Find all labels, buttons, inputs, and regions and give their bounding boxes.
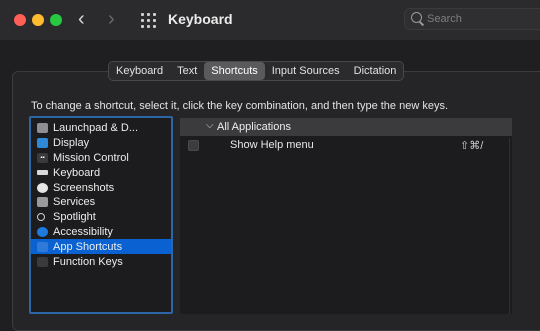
column-divider bbox=[509, 138, 510, 314]
category-item-function-keys[interactable]: Function Keys bbox=[31, 254, 171, 269]
shortcuts-table: ⌵ All Applications Show Help menu ⇧⌘/ bbox=[180, 118, 512, 314]
category-label: Services bbox=[53, 196, 96, 209]
zoom-window-button[interactable] bbox=[50, 14, 62, 26]
forward-button[interactable]: › bbox=[108, 8, 115, 30]
screenshots-icon bbox=[37, 182, 48, 193]
category-label: Function Keys bbox=[53, 255, 123, 268]
minimize-window-button[interactable] bbox=[32, 14, 44, 26]
tab-dictation[interactable]: Dictation bbox=[347, 62, 404, 80]
tab-shortcuts[interactable]: Shortcuts bbox=[204, 62, 265, 80]
group-label: All Applications bbox=[217, 121, 291, 133]
shortcut-category-list[interactable]: Launchpad & D... Display Mission Control… bbox=[29, 116, 173, 314]
category-label: Mission Control bbox=[53, 151, 129, 164]
category-label: Launchpad & D... bbox=[53, 122, 139, 135]
mission-control-icon bbox=[37, 152, 48, 163]
category-item-keyboard[interactable]: Keyboard bbox=[31, 165, 171, 180]
app-shortcuts-icon bbox=[37, 241, 48, 252]
category-label: App Shortcuts bbox=[53, 240, 123, 253]
keyboard-icon bbox=[37, 170, 48, 176]
window-title: Keyboard bbox=[168, 11, 233, 27]
table-row[interactable]: Show Help menu ⇧⌘/ bbox=[180, 138, 512, 154]
close-window-button[interactable] bbox=[14, 14, 26, 26]
services-icon bbox=[37, 197, 48, 208]
window-toolbar: ‹ › Keyboard Search bbox=[0, 0, 540, 40]
category-label: Screenshots bbox=[53, 181, 115, 194]
category-item-services[interactable]: Services bbox=[31, 195, 171, 210]
tab-text[interactable]: Text bbox=[170, 62, 204, 80]
category-item-screenshots[interactable]: Screenshots bbox=[31, 180, 171, 195]
spotlight-icon bbox=[37, 213, 45, 222]
tab-keyboard[interactable]: Keyboard bbox=[109, 62, 170, 80]
chevron-down-icon[interactable]: ⌵ bbox=[206, 120, 214, 131]
category-item-spotlight[interactable]: Spotlight bbox=[31, 210, 171, 225]
accessibility-icon bbox=[37, 226, 48, 237]
shortcut-enable-checkbox[interactable] bbox=[188, 140, 199, 151]
category-label: Display bbox=[53, 137, 90, 150]
category-item-display[interactable]: Display bbox=[31, 136, 171, 151]
search-icon bbox=[411, 12, 422, 23]
show-all-grid-icon[interactable] bbox=[141, 13, 156, 28]
instructions-text: To change a shortcut, select it, click t… bbox=[31, 100, 449, 112]
search-placeholder: Search bbox=[427, 13, 462, 25]
category-label: Spotlight bbox=[53, 211, 96, 224]
group-row-all-applications[interactable]: ⌵ All Applications bbox=[180, 118, 512, 136]
category-item-app-shortcuts[interactable]: App Shortcuts bbox=[31, 239, 171, 255]
function-keys-icon bbox=[37, 256, 48, 267]
shortcut-keys[interactable]: ⇧⌘/ bbox=[460, 139, 483, 152]
back-button[interactable]: ‹ bbox=[78, 8, 85, 30]
launchpad-icon bbox=[37, 123, 48, 134]
shortcut-name: Show Help menu bbox=[230, 139, 314, 151]
tab-input-sources[interactable]: Input Sources bbox=[265, 62, 347, 80]
category-item-accessibility[interactable]: Accessibility bbox=[31, 225, 171, 240]
display-icon bbox=[37, 138, 48, 149]
category-label: Keyboard bbox=[53, 166, 101, 179]
category-item-mission-control[interactable]: Mission Control bbox=[31, 151, 171, 166]
tab-bar: Keyboard Text Shortcuts Input Sources Di… bbox=[108, 61, 405, 81]
category-label: Accessibility bbox=[53, 225, 113, 238]
search-field[interactable]: Search bbox=[404, 8, 540, 30]
category-item-launchpad[interactable]: Launchpad & D... bbox=[31, 121, 171, 136]
